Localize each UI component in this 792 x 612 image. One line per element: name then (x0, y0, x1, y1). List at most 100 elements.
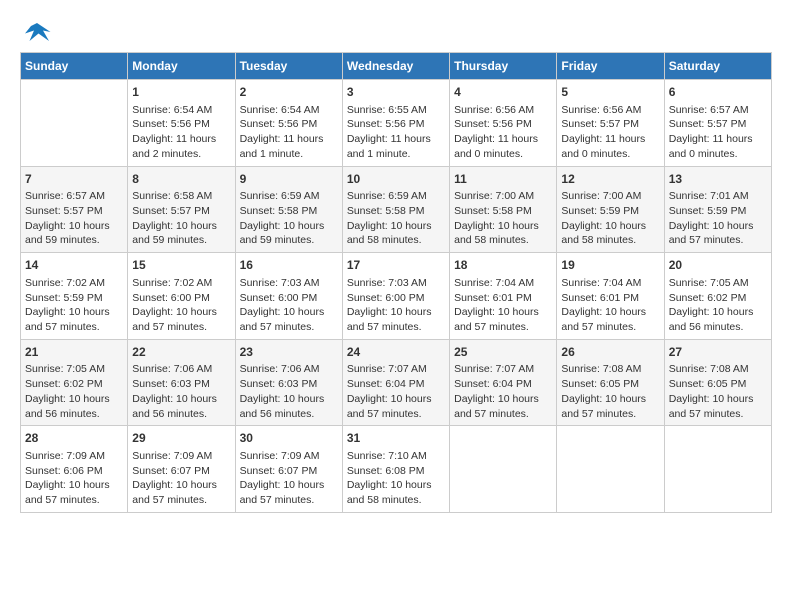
day-info: Sunrise: 7:01 AM Sunset: 5:59 PM Dayligh… (669, 189, 767, 248)
day-number: 1 (132, 84, 230, 101)
day-number: 18 (454, 257, 552, 274)
day-info: Sunrise: 7:04 AM Sunset: 6:01 PM Dayligh… (561, 276, 659, 335)
calendar-week-row: 14 Sunrise: 7:02 AM Sunset: 5:59 PM Dayli… (21, 253, 772, 340)
day-info: Sunrise: 7:06 AM Sunset: 6:03 PM Dayligh… (240, 362, 338, 421)
day-info: Sunrise: 7:02 AM Sunset: 5:59 PM Dayligh… (25, 276, 123, 335)
calendar-cell: 15 Sunrise: 7:02 AM Sunset: 6:00 PM Dayli… (128, 253, 235, 340)
day-info: Sunrise: 7:09 AM Sunset: 6:06 PM Dayligh… (25, 449, 123, 508)
day-number: 2 (240, 84, 338, 101)
logo-bird-icon (22, 20, 52, 44)
column-header-sunday: Sunday (21, 53, 128, 80)
day-number: 15 (132, 257, 230, 274)
calendar-cell: 12Sunrise: 7:00 AM Sunset: 5:59 PM Dayli… (557, 166, 664, 253)
day-info: Sunrise: 7:03 AM Sunset: 6:00 PM Dayligh… (240, 276, 338, 335)
column-header-thursday: Thursday (450, 53, 557, 80)
day-number: 20 (669, 257, 767, 274)
calendar-cell: 1 Sunrise: 6:54 AM Sunset: 5:56 PM Daylig… (128, 80, 235, 167)
day-number: 4 (454, 84, 552, 101)
column-header-saturday: Saturday (664, 53, 771, 80)
day-info: Sunrise: 7:00 AM Sunset: 5:58 PM Dayligh… (454, 189, 552, 248)
column-header-wednesday: Wednesday (342, 53, 449, 80)
day-number: 16 (240, 257, 338, 274)
calendar-cell: 9Sunrise: 6:59 AM Sunset: 5:58 PM Daylig… (235, 166, 342, 253)
calendar-cell: 4 Sunrise: 6:56 AM Sunset: 5:56 PM Daylig… (450, 80, 557, 167)
page-header (20, 20, 772, 44)
day-info: Sunrise: 7:08 AM Sunset: 6:05 PM Dayligh… (561, 362, 659, 421)
calendar-cell: 28 Sunrise: 7:09 AM Sunset: 6:06 PM Dayli… (21, 426, 128, 513)
calendar-cell: 2Sunrise: 6:54 AM Sunset: 5:56 PM Daylig… (235, 80, 342, 167)
day-number: 22 (132, 344, 230, 361)
day-info: Sunrise: 7:09 AM Sunset: 6:07 PM Dayligh… (132, 449, 230, 508)
calendar-header-row: SundayMondayTuesdayWednesdayThursdayFrid… (21, 53, 772, 80)
column-header-tuesday: Tuesday (235, 53, 342, 80)
day-info: Sunrise: 7:09 AM Sunset: 6:07 PM Dayligh… (240, 449, 338, 508)
day-info: Sunrise: 6:56 AM Sunset: 5:57 PM Dayligh… (561, 103, 659, 162)
day-info: Sunrise: 7:10 AM Sunset: 6:08 PM Dayligh… (347, 449, 445, 508)
calendar-cell: 19 Sunrise: 7:04 AM Sunset: 6:01 PM Dayli… (557, 253, 664, 340)
day-number: 8 (132, 171, 230, 188)
calendar-cell: 29 Sunrise: 7:09 AM Sunset: 6:07 PM Dayli… (128, 426, 235, 513)
day-number: 19 (561, 257, 659, 274)
calendar-cell: 24Sunrise: 7:07 AM Sunset: 6:04 PM Dayli… (342, 339, 449, 426)
logo (20, 20, 52, 44)
calendar-cell: 31Sunrise: 7:10 AM Sunset: 6:08 PM Dayli… (342, 426, 449, 513)
day-number: 5 (561, 84, 659, 101)
day-info: Sunrise: 6:59 AM Sunset: 5:58 PM Dayligh… (347, 189, 445, 248)
day-number: 27 (669, 344, 767, 361)
calendar-cell: 25Sunrise: 7:07 AM Sunset: 6:04 PM Dayli… (450, 339, 557, 426)
day-info: Sunrise: 6:59 AM Sunset: 5:58 PM Dayligh… (240, 189, 338, 248)
calendar-cell: 5 Sunrise: 6:56 AM Sunset: 5:57 PM Daylig… (557, 80, 664, 167)
calendar-cell: 14 Sunrise: 7:02 AM Sunset: 5:59 PM Dayli… (21, 253, 128, 340)
calendar-cell (450, 426, 557, 513)
calendar-cell (21, 80, 128, 167)
calendar-cell: 10Sunrise: 6:59 AM Sunset: 5:58 PM Dayli… (342, 166, 449, 253)
calendar-cell (557, 426, 664, 513)
day-number: 13 (669, 171, 767, 188)
day-info: Sunrise: 6:54 AM Sunset: 5:56 PM Dayligh… (132, 103, 230, 162)
day-number: 10 (347, 171, 445, 188)
day-number: 21 (25, 344, 123, 361)
day-info: Sunrise: 6:58 AM Sunset: 5:57 PM Dayligh… (132, 189, 230, 248)
calendar-cell: 23Sunrise: 7:06 AM Sunset: 6:03 PM Dayli… (235, 339, 342, 426)
day-info: Sunrise: 7:08 AM Sunset: 6:05 PM Dayligh… (669, 362, 767, 421)
calendar-week-row: 28 Sunrise: 7:09 AM Sunset: 6:06 PM Dayli… (21, 426, 772, 513)
day-number: 28 (25, 430, 123, 447)
calendar-cell: 13Sunrise: 7:01 AM Sunset: 5:59 PM Dayli… (664, 166, 771, 253)
calendar-cell (664, 426, 771, 513)
day-number: 29 (132, 430, 230, 447)
day-number: 25 (454, 344, 552, 361)
calendar-cell: 16 Sunrise: 7:03 AM Sunset: 6:00 PM Dayli… (235, 253, 342, 340)
calendar-week-row: 1 Sunrise: 6:54 AM Sunset: 5:56 PM Daylig… (21, 80, 772, 167)
day-number: 24 (347, 344, 445, 361)
calendar-cell: 6Sunrise: 6:57 AM Sunset: 5:57 PM Daylig… (664, 80, 771, 167)
calendar-cell: 8Sunrise: 6:58 AM Sunset: 5:57 PM Daylig… (128, 166, 235, 253)
day-number: 11 (454, 171, 552, 188)
calendar-cell: 3Sunrise: 6:55 AM Sunset: 5:56 PM Daylig… (342, 80, 449, 167)
calendar-cell: 26Sunrise: 7:08 AM Sunset: 6:05 PM Dayli… (557, 339, 664, 426)
day-number: 14 (25, 257, 123, 274)
day-info: Sunrise: 6:56 AM Sunset: 5:56 PM Dayligh… (454, 103, 552, 162)
day-info: Sunrise: 7:00 AM Sunset: 5:59 PM Dayligh… (561, 189, 659, 248)
day-number: 7 (25, 171, 123, 188)
day-info: Sunrise: 7:05 AM Sunset: 6:02 PM Dayligh… (25, 362, 123, 421)
day-number: 26 (561, 344, 659, 361)
column-header-friday: Friday (557, 53, 664, 80)
calendar-cell: 20Sunrise: 7:05 AM Sunset: 6:02 PM Dayli… (664, 253, 771, 340)
day-info: Sunrise: 6:57 AM Sunset: 5:57 PM Dayligh… (25, 189, 123, 248)
calendar-cell: 21Sunrise: 7:05 AM Sunset: 6:02 PM Dayli… (21, 339, 128, 426)
calendar-cell: 7Sunrise: 6:57 AM Sunset: 5:57 PM Daylig… (21, 166, 128, 253)
column-header-monday: Monday (128, 53, 235, 80)
day-number: 6 (669, 84, 767, 101)
calendar-cell: 18 Sunrise: 7:04 AM Sunset: 6:01 PM Dayli… (450, 253, 557, 340)
calendar-cell: 22Sunrise: 7:06 AM Sunset: 6:03 PM Dayli… (128, 339, 235, 426)
day-number: 23 (240, 344, 338, 361)
day-info: Sunrise: 7:07 AM Sunset: 6:04 PM Dayligh… (454, 362, 552, 421)
calendar-week-row: 7Sunrise: 6:57 AM Sunset: 5:57 PM Daylig… (21, 166, 772, 253)
calendar-cell: 17Sunrise: 7:03 AM Sunset: 6:00 PM Dayli… (342, 253, 449, 340)
day-info: Sunrise: 7:02 AM Sunset: 6:00 PM Dayligh… (132, 276, 230, 335)
day-number: 9 (240, 171, 338, 188)
day-info: Sunrise: 7:04 AM Sunset: 6:01 PM Dayligh… (454, 276, 552, 335)
day-info: Sunrise: 7:03 AM Sunset: 6:00 PM Dayligh… (347, 276, 445, 335)
day-number: 12 (561, 171, 659, 188)
calendar-cell: 27Sunrise: 7:08 AM Sunset: 6:05 PM Dayli… (664, 339, 771, 426)
